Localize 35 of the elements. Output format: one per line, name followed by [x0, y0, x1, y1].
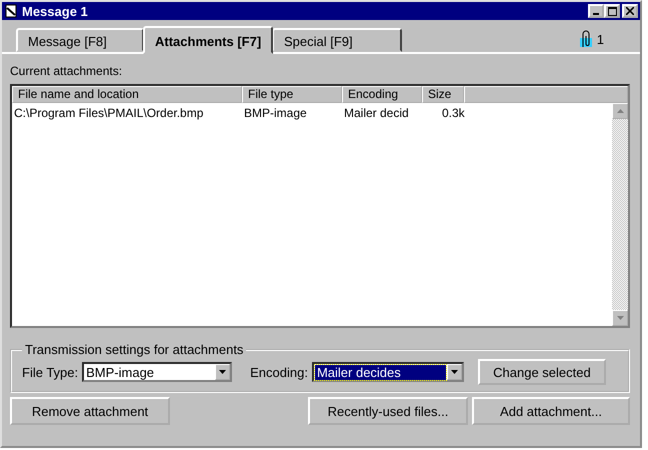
minimize-button[interactable]: [588, 4, 604, 18]
column-header[interactable]: Encoding: [342, 86, 422, 103]
table-cell-text: Mailer decid: [343, 105, 410, 121]
field-label: Encoding:: [250, 364, 308, 380]
list-label: Current attachments:: [10, 64, 124, 78]
table-cell-text: BMP-image: [243, 105, 308, 121]
maximize-icon: [608, 6, 616, 16]
up-arrow-icon: [616, 109, 624, 113]
tab[interactable]: Message [F8]: [16, 28, 144, 52]
maximize-button[interactable]: [604, 4, 620, 18]
column-header[interactable]: Size: [422, 86, 464, 103]
add-attachment-button[interactable]: Add attachment...: [472, 397, 630, 425]
down-arrow-icon: [616, 316, 624, 320]
attachment-count: 1: [596, 32, 604, 46]
remove-attachment-button[interactable]: Remove attachment: [10, 397, 170, 425]
dropdown-arrow-icon: [219, 370, 226, 374]
tab[interactable]: Special [F9]: [272, 28, 402, 52]
recent-files-button[interactable]: Recently-used files...: [308, 397, 468, 425]
table-cell-text: C:\Program Files\PMAIL\Order.bmp: [13, 105, 204, 121]
dropdown-arrow-icon: [450, 370, 458, 374]
file-type-dropdown[interactable]: BMP-image: [82, 362, 232, 382]
column-header[interactable]: File type: [242, 86, 342, 103]
document-icon: [4, 4, 18, 18]
column-header[interactable]: File name and location: [12, 86, 242, 103]
encoding-dropdown[interactable]: Mailer decides: [312, 362, 464, 382]
close-button[interactable]: [622, 4, 638, 18]
window-title: Message 1: [22, 4, 89, 18]
tab[interactable]: Attachments [F7]: [143, 26, 273, 54]
field-label: File Type:: [22, 364, 78, 380]
group-title: Transmission settings for attachments: [24, 342, 244, 357]
table-cell-text: 0.3k: [441, 105, 464, 121]
scrollbar[interactable]: [612, 103, 628, 326]
close-icon: [626, 7, 634, 15]
change-selected-button[interactable]: Change selected: [478, 359, 606, 385]
paperclip-icon: [578, 30, 593, 48]
